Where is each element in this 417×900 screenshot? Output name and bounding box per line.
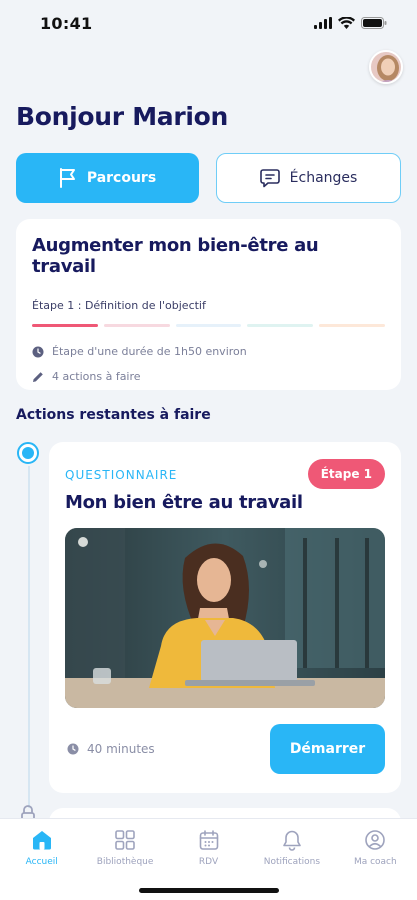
tab-echanges-label: Échanges <box>289 170 358 186</box>
section-title: Actions restantes à faire <box>16 407 211 423</box>
nav-label-ma-coach: Ma coach <box>353 857 397 867</box>
tab-bar: Parcours Échanges <box>16 153 401 203</box>
tab-parcours[interactable]: Parcours <box>16 153 199 203</box>
avatar-photo <box>371 52 401 82</box>
status-time: 10:41 <box>40 13 93 33</box>
progress-segment-5 <box>319 324 385 327</box>
battery-icon <box>361 17 387 29</box>
status-icons <box>314 17 387 29</box>
action-illustration <box>65 528 385 708</box>
nav-label-accueil: Accueil <box>25 857 58 867</box>
nav-item-ma-coach[interactable]: Ma coach <box>334 829 417 900</box>
progress-segment-4 <box>247 324 314 327</box>
progress-segment-2 <box>103 324 170 327</box>
page-title: Bonjour Marion <box>16 102 229 131</box>
flag-icon <box>59 168 75 188</box>
step-progress-bar <box>32 324 385 327</box>
status-bar: 10:41 <box>0 0 417 46</box>
action-duration-text: 40 minutes <box>87 742 155 756</box>
clock-icon <box>67 743 79 755</box>
program-actions: 4 actions à faire <box>32 370 385 383</box>
progress-segment-3 <box>175 324 242 327</box>
program-duration-text: Étape d'une durée de 1h50 environ <box>52 345 247 358</box>
wifi-icon <box>338 17 355 29</box>
nav-label-bibliotheque: Bibliothèque <box>96 857 154 867</box>
program-actions-text: 4 actions à faire <box>52 370 141 383</box>
pencil-icon <box>33 371 43 382</box>
user-icon <box>365 830 386 850</box>
program-card[interactable]: Augmenter mon bien-être au travail Étape… <box>16 219 401 390</box>
chat-icon <box>259 169 280 188</box>
action-title: Mon bien être au travail <box>65 492 303 513</box>
action-card[interactable]: QUESTIONNAIRE Étape 1 Mon bien être au t… <box>49 442 401 793</box>
timeline-current-dot <box>17 442 39 464</box>
step-badge: Étape 1 <box>307 459 385 489</box>
nav-label-rdv: RDV <box>198 857 219 867</box>
clock-icon <box>32 346 44 357</box>
avatar[interactable] <box>369 50 403 84</box>
program-step-label: Étape 1 : Définition de l'objectif <box>32 299 206 312</box>
program-duration: Étape d'une durée de 1h50 environ <box>32 345 385 358</box>
grid-icon <box>115 830 135 850</box>
program-meta: Étape d'une durée de 1h50 environ 4 acti… <box>32 345 385 383</box>
program-title: Augmenter mon bien-être au travail <box>32 235 319 277</box>
nav-label-notifications: Notifications <box>263 857 321 867</box>
progress-segment-1 <box>32 324 98 327</box>
bell-icon <box>283 830 301 851</box>
home-icon <box>32 831 51 850</box>
cellular-signal-icon <box>314 17 332 29</box>
home-indicator <box>138 888 279 893</box>
action-footer: 40 minutes Démarrer <box>65 724 385 774</box>
calendar-icon <box>199 830 218 850</box>
action-duration: 40 minutes <box>67 742 155 756</box>
tab-parcours-label: Parcours <box>86 170 157 186</box>
nav-item-accueil[interactable]: Accueil <box>0 829 83 900</box>
timeline-line <box>28 466 30 808</box>
tab-echanges[interactable]: Échanges <box>216 153 401 203</box>
start-button[interactable]: Démarrer <box>270 724 385 774</box>
